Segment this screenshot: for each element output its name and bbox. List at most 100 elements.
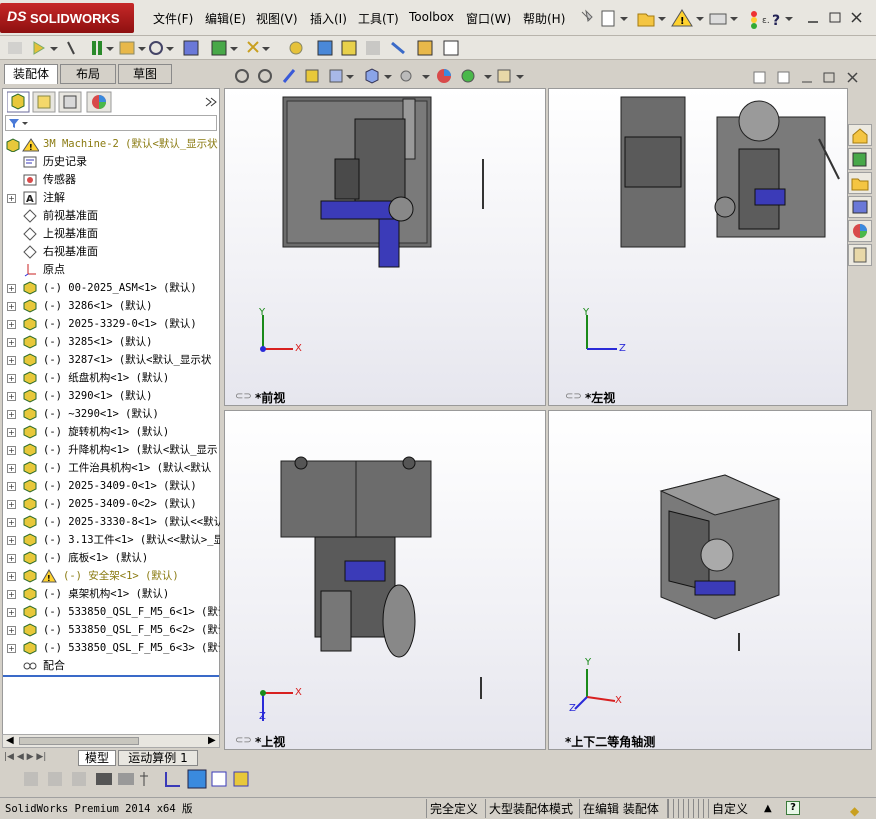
expand-toggle-icon[interactable]: + xyxy=(7,410,16,419)
custom-properties-tab[interactable] xyxy=(848,244,872,266)
tree-item[interactable]: + (-) 2025-3329-0<1> (默认) xyxy=(3,315,221,333)
menu-toolbox[interactable]: Toolbox xyxy=(409,10,454,24)
tree-item[interactable]: + (-) 纸盘机构<1> (默认) xyxy=(3,369,221,387)
tree-item[interactable]: 传感器 xyxy=(3,171,221,189)
tree-item[interactable]: + (-) 桌架机构<1> (默认) xyxy=(3,585,221,603)
expand-toggle-icon[interactable]: + xyxy=(7,536,16,545)
expand-toggle-icon[interactable]: + xyxy=(7,446,16,455)
tree-item[interactable]: 配合 xyxy=(3,657,221,675)
tab-model[interactable]: 模型 xyxy=(78,750,116,766)
viewport-left[interactable]: Y Z ⊂⊃ *左视 xyxy=(548,88,848,406)
tab-sketch[interactable]: 草图 xyxy=(118,64,172,84)
expand-toggle-icon[interactable]: + xyxy=(7,392,16,401)
tab-motion-study[interactable]: 运动算例 1 xyxy=(118,750,198,766)
rollback-bar[interactable] xyxy=(3,675,219,677)
expand-toggle-icon[interactable]: + xyxy=(7,500,16,509)
expand-toggle-icon[interactable]: + xyxy=(7,302,16,311)
menu-window[interactable]: 窗口(W) xyxy=(466,10,511,27)
tree-item[interactable]: + (-) 3286<1> (默认) xyxy=(3,297,221,315)
expand-toggle-icon[interactable]: + xyxy=(7,482,16,491)
solidworks-logo[interactable]: DS SOLIDWORKS xyxy=(0,3,134,33)
manager-tabs[interactable] xyxy=(7,91,217,113)
tree-item[interactable]: 上视基准面 xyxy=(3,225,221,243)
menu-edit[interactable]: 编辑(E) xyxy=(205,10,246,27)
expand-toggle-icon[interactable]: + xyxy=(7,194,16,203)
status-units[interactable]: 自定义 xyxy=(708,799,748,818)
viewport-iso[interactable]: Y X Z *上下二等角轴测 xyxy=(548,410,872,750)
scroll-left-icon[interactable]: ◀ xyxy=(6,735,14,746)
tree-item[interactable]: + (-) 533850_QSL_F_M5_6<2> (默认 xyxy=(3,621,221,639)
assembly-commands[interactable] xyxy=(6,38,466,58)
tree-item[interactable]: + (-) 3.13工件<1> (默认<<默认>_显 xyxy=(3,531,221,549)
expand-toggle-icon[interactable]: + xyxy=(7,518,16,527)
tree-item[interactable]: + (-) 升降机构<1> (默认<默认_显示 xyxy=(3,441,221,459)
tree-item[interactable]: +! (-) 安全架<1> (默认) xyxy=(3,567,221,585)
expand-toggle-icon[interactable]: + xyxy=(7,572,16,581)
tree-item[interactable]: 前视基准面 xyxy=(3,207,221,225)
help-icon[interactable]: ? xyxy=(786,801,800,815)
menu-view[interactable]: 视图(V) xyxy=(256,10,298,27)
viewport-top[interactable]: X Z ⊂⊃ *上视 xyxy=(224,410,546,750)
tree-item[interactable]: + (-) 工件治具机构<1> (默认<默认 xyxy=(3,459,221,477)
design-library-tab[interactable] xyxy=(848,148,872,170)
expand-toggle-icon[interactable]: + xyxy=(7,464,16,473)
expand-toggle-icon[interactable]: + xyxy=(7,644,16,653)
front-view-link-icon[interactable]: ⊂⊃ xyxy=(235,391,252,402)
tab-assembly[interactable]: 装配体 xyxy=(4,64,58,84)
expand-toggle-icon[interactable]: + xyxy=(7,284,16,293)
expand-toggle-icon[interactable]: + xyxy=(7,428,16,437)
left-view-link-icon[interactable]: ⊂⊃ xyxy=(565,391,582,402)
tree-list: ! 3M Machine-2 (默认<默认_显示状 历史记录 传感器 + A 注解 前视基… xyxy=(3,135,221,747)
solidworks-resources-tab[interactable] xyxy=(848,124,872,146)
appearances-tab[interactable] xyxy=(848,220,872,242)
tree-item[interactable]: + (-) 533850_QSL_F_M5_6<1> (默认 xyxy=(3,603,221,621)
file-explorer-tab[interactable] xyxy=(848,172,872,194)
expand-toggle-icon[interactable]: + xyxy=(7,626,16,635)
left-axis-z: Z xyxy=(619,343,626,354)
expand-toggle-icon[interactable]: + xyxy=(7,320,16,329)
tree-horizontal-scrollbar[interactable]: ◀ ▶ xyxy=(2,734,220,748)
tab-scroll-arrows-icon[interactable]: |◀ ◀ ▶ ▶| xyxy=(4,752,46,762)
tree-item[interactable]: + (-) 533850_QSL_F_M5_6<3> (默认 xyxy=(3,639,221,657)
tree-item[interactable]: 历史记录 xyxy=(3,153,221,171)
tree-item[interactable]: + (-) 3287<1> (默认<默认_显示状 xyxy=(3,351,221,369)
viewport-window-controls[interactable] xyxy=(752,70,864,86)
menu-tools[interactable]: 工具(T) xyxy=(358,10,399,27)
menu-file[interactable]: 文件(F) xyxy=(153,10,193,27)
scroll-right-icon[interactable]: ▶ xyxy=(208,735,216,746)
tab-layout[interactable]: 布局 xyxy=(60,64,116,84)
expand-toggle-icon[interactable]: + xyxy=(7,374,16,383)
expand-toggle-icon[interactable]: + xyxy=(7,338,16,347)
menu-insert[interactable]: 插入(I) xyxy=(310,10,347,27)
viewport-front[interactable]: Y X ⊂⊃ *前视 xyxy=(224,88,546,406)
units-dropdown-icon[interactable]: ▲ xyxy=(764,799,772,819)
tree-item[interactable]: + (-) 2025-3409-0<2> (默认) xyxy=(3,495,221,513)
expand-toggle-icon[interactable]: + xyxy=(7,356,16,365)
tree-item[interactable]: + (-) 2025-3330-8<1> (默认<<默认 xyxy=(3,513,221,531)
tree-item[interactable]: + (-) 3290<1> (默认) xyxy=(3,387,221,405)
expand-toggle-icon[interactable]: + xyxy=(7,590,16,599)
tree-item[interactable]: + A 注解 xyxy=(3,189,221,207)
top-view-link-icon[interactable]: ⊂⊃ xyxy=(235,735,252,746)
tree-item[interactable]: 原点 xyxy=(3,261,221,279)
tree-root-assembly[interactable]: ! 3M Machine-2 (默认<默认_显示状 xyxy=(3,135,221,153)
tree-item[interactable]: + (-) 底板<1> (默认) xyxy=(3,549,221,567)
tree-item[interactable]: + (-) 旋转机构<1> (默认) xyxy=(3,423,221,441)
tree-item-label: (-) 底板<1> (默认) xyxy=(43,552,149,564)
scroll-thumb[interactable] xyxy=(19,737,139,745)
display-style-icon xyxy=(400,70,412,82)
tree-item[interactable]: 右视基准面 xyxy=(3,243,221,261)
tag-icon[interactable]: ◆ xyxy=(850,801,859,819)
quick-access-toolbar[interactable]: ! ε. ? xyxy=(576,8,876,30)
filter-box[interactable] xyxy=(5,115,217,131)
tree-item[interactable]: + (-) 3285<1> (默认) xyxy=(3,333,221,351)
tree-item[interactable]: + (-) ~3290<1> (默认) xyxy=(3,405,221,423)
tree-item[interactable]: + (-) 00-2025_ASM<1> (默认) xyxy=(3,279,221,297)
bottom-toolbar[interactable] xyxy=(20,768,260,790)
tree-item[interactable]: + (-) 2025-3409-0<1> (默认) xyxy=(3,477,221,495)
heads-up-view-toolbar[interactable] xyxy=(232,66,532,88)
expand-toggle-icon[interactable]: + xyxy=(7,554,16,563)
menu-help[interactable]: 帮助(H) xyxy=(523,10,565,27)
view-palette-tab[interactable] xyxy=(848,196,872,218)
expand-toggle-icon[interactable]: + xyxy=(7,608,16,617)
